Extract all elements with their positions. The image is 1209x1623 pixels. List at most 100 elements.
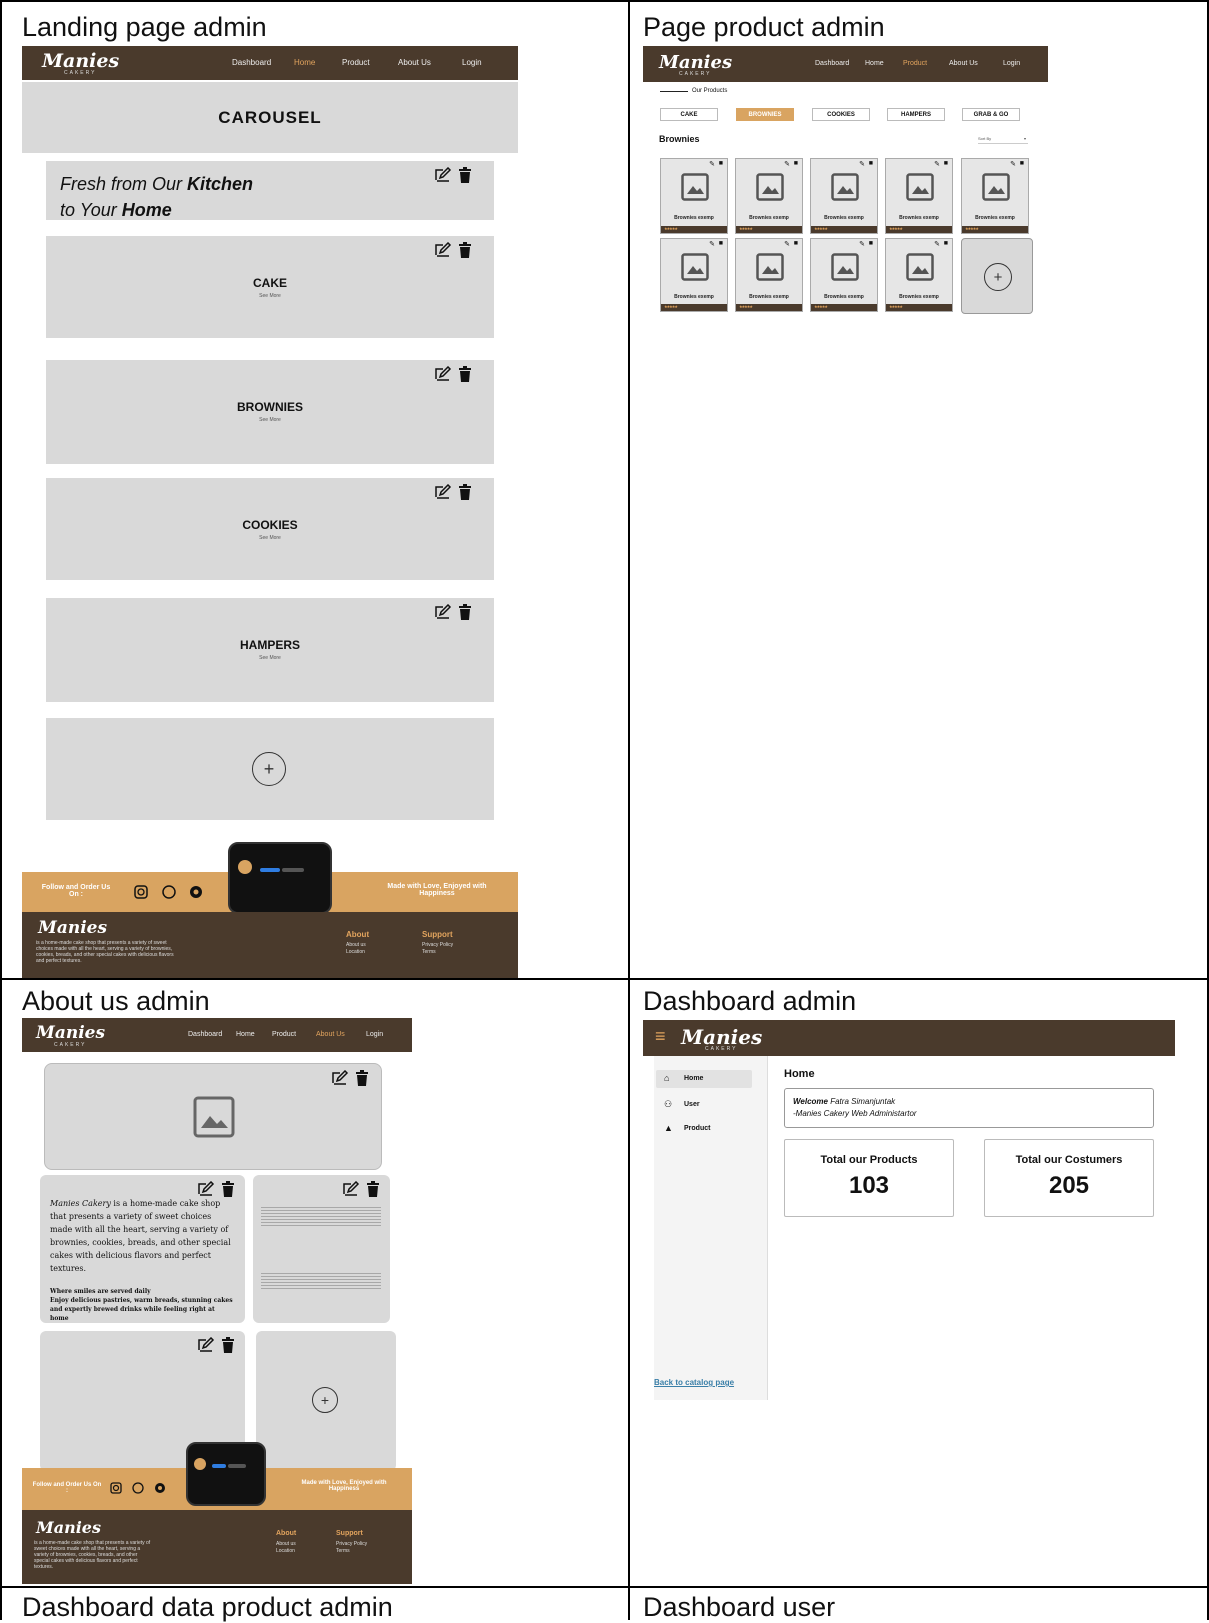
category-see-more[interactable]: See More [46,293,494,299]
trash-icon[interactable]: ■ [869,160,873,167]
sidebar-item-product[interactable]: ▲ Product [656,1120,752,1138]
tab-grab-go[interactable]: GRAB & GO [962,108,1020,121]
product-card[interactable]: ✎ ■ Brownies exemp ★★★★★ [735,238,803,312]
product-add-card[interactable]: + [961,238,1033,314]
trash-icon[interactable] [458,167,472,183]
product-nav-dashboard[interactable]: Dashboard [815,60,849,67]
trash-icon[interactable] [458,366,472,382]
edit-icon[interactable] [434,167,452,183]
product-nav-home[interactable]: Home [865,60,884,67]
edit-icon[interactable]: ✎ [784,240,790,248]
landing-nav-dashboard[interactable]: Dashboard [232,58,271,67]
tab-cookies[interactable]: COOKIES [812,108,870,121]
trash-icon[interactable] [458,484,472,500]
product-logo[interactable]: Manies [659,52,732,73]
tab-brownies[interactable]: BROWNIES [736,108,794,121]
product-card[interactable]: ✎ ■ Brownies exemp ★★★★★ [961,158,1029,234]
product-card[interactable]: ✎ ■ Brownies exemp ★★★★★ [735,158,803,234]
social-icons[interactable] [134,885,214,899]
edit-icon[interactable] [197,1181,215,1197]
trash-icon[interactable] [355,1070,369,1086]
trash-icon[interactable] [458,242,472,258]
about-add-card[interactable]: + [256,1331,396,1471]
category-card[interactable]: CAKE See More [46,236,494,338]
edit-icon[interactable]: ✎ [709,160,715,168]
footer-about-item-2[interactable]: Location [346,949,365,955]
product-card[interactable]: ✎ ■ Brownies exemp ★★★★★ [660,238,728,312]
tab-hampers[interactable]: HAMPERS [887,108,945,121]
edit-icon[interactable] [434,366,452,382]
trash-icon[interactable] [366,1181,380,1197]
about-nav-login[interactable]: Login [366,1031,383,1038]
landing-nav-about[interactable]: About Us [398,58,431,67]
sort-select[interactable]: Sort By ▾ [978,136,1028,144]
edit-icon[interactable]: ✎ [934,240,940,248]
cake-icon: ▲ [664,1123,673,1133]
product-card[interactable]: ✎ ■ Brownies exemp ★★★★★ [885,238,953,312]
edit-icon[interactable] [434,604,452,620]
about-footer-about-item-1[interactable]: About us [276,1541,296,1547]
edit-icon[interactable] [331,1070,349,1086]
trash-icon[interactable]: ■ [1020,160,1024,167]
add-icon[interactable]: + [984,263,1012,291]
edit-icon[interactable]: ✎ [784,160,790,168]
trash-icon[interactable]: ■ [869,240,873,247]
trash-icon[interactable]: ■ [719,240,723,247]
product-card[interactable]: ✎ ■ Brownies exemp ★★★★★ [660,158,728,234]
about-logo[interactable]: Manies [36,1023,105,1043]
edit-icon[interactable] [342,1181,360,1197]
category-see-more[interactable]: See More [46,655,494,661]
category-card[interactable]: COOKIES See More [46,478,494,580]
sidebar-item-user[interactable]: ⚇ User [656,1096,752,1114]
hamburger-menu-icon[interactable]: ≡ [655,1026,666,1047]
category-card[interactable]: BROWNIES See More [46,360,494,464]
about-footer-about-item-2[interactable]: Location [276,1548,295,1554]
add-icon[interactable]: + [312,1387,338,1413]
category-card[interactable]: HAMPERS See More [46,598,494,702]
footer-support-item-2[interactable]: Terms [422,949,436,955]
landing-nav-login[interactable]: Login [462,58,482,67]
trash-icon[interactable] [221,1337,235,1353]
trash-icon[interactable]: ■ [944,240,948,247]
about-footer-support-item-2[interactable]: Terms [336,1548,350,1554]
edit-icon[interactable] [434,484,452,500]
landing-nav-home[interactable]: Home [294,58,315,67]
product-card[interactable]: ✎ ■ Brownies exemp ★★★★★ [810,158,878,234]
trash-icon[interactable]: ■ [944,160,948,167]
add-icon[interactable]: + [252,752,286,786]
product-card[interactable]: ✎ ■ Brownies exemp ★★★★★ [885,158,953,234]
edit-icon[interactable] [197,1337,215,1353]
edit-icon[interactable]: ✎ [1010,160,1016,168]
about-nav-home[interactable]: Home [236,1031,255,1038]
trash-icon[interactable]: ■ [794,240,798,247]
edit-icon[interactable]: ✎ [859,240,865,248]
trash-icon[interactable] [458,604,472,620]
social-icons[interactable] [110,1482,170,1494]
product-nav-product[interactable]: Product [903,60,927,67]
about-footer-support-item-1[interactable]: Privacy Policy [336,1541,367,1547]
product-nav-about[interactable]: About Us [949,60,978,67]
sidebar-item-home[interactable]: ⌂ Home [656,1070,752,1088]
tab-cake[interactable]: CAKE [660,108,718,121]
edit-icon[interactable]: ✎ [709,240,715,248]
edit-icon[interactable]: ✎ [934,160,940,168]
category-see-more[interactable]: See More [46,535,494,541]
landing-add-card[interactable]: + [46,718,494,820]
trash-icon[interactable]: ■ [719,160,723,167]
product-nav-login[interactable]: Login [1003,60,1020,67]
about-nav-product[interactable]: Product [272,1031,296,1038]
product-card[interactable]: ✎ ■ Brownies exemp ★★★★★ [810,238,878,312]
footer-support-item-1[interactable]: Privacy Policy [422,942,453,948]
edit-icon[interactable]: ✎ [859,160,865,168]
about-nav-dashboard[interactable]: Dashboard [188,1031,222,1038]
trash-icon[interactable]: ■ [794,160,798,167]
footer-about-item-1[interactable]: About us [346,942,366,948]
landing-logo[interactable]: Manies [42,50,119,72]
trash-icon[interactable] [221,1181,235,1197]
back-to-catalog-link[interactable]: Back to catalog page [654,1378,734,1387]
landing-nav-product[interactable]: Product [342,58,370,67]
edit-icon[interactable] [434,242,452,258]
about-nav-about[interactable]: About Us [316,1031,345,1038]
product-card-label: Brownies exemp [899,294,939,300]
category-see-more[interactable]: See More [46,417,494,423]
